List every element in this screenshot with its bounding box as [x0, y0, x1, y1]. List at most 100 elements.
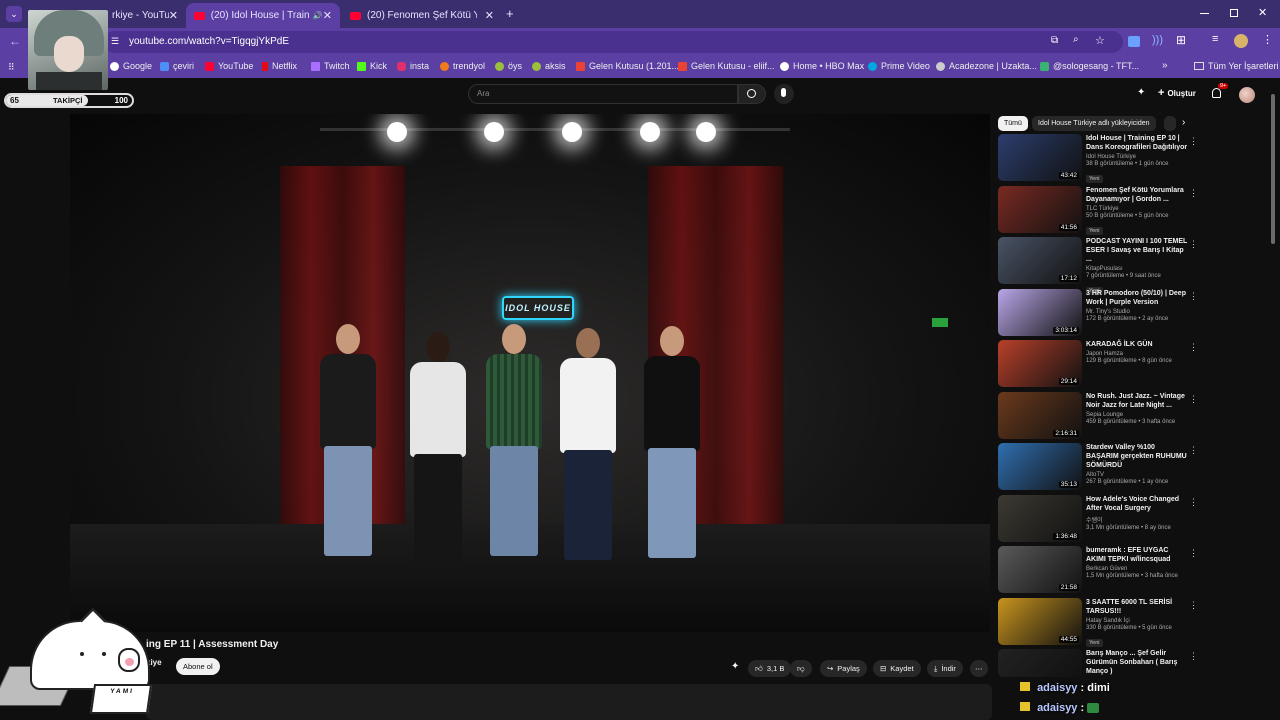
recommendation-card[interactable]: 43:42 Idol House | Training EP 10 | Dans … [998, 134, 1198, 186]
install-app-icon[interactable]: ⧉ [1051, 35, 1058, 46]
more-vertical-icon[interactable]: ⋮ [1189, 342, 1198, 353]
video-channel[interactable]: Berkcan Güven [1086, 566, 1188, 572]
video-title[interactable]: 3 HR Pomodoro (50/10) | Deep Work | Purp… [1086, 289, 1188, 307]
video-channel[interactable]: Idol House Türkiye [1086, 154, 1188, 160]
read-aloud-icon[interactable]: ))) [1152, 34, 1163, 46]
zoom-icon[interactable]: ⌕ [1073, 34, 1079, 45]
dislike-button[interactable]: 👎︎ [790, 660, 812, 677]
extensions-icon[interactable]: ⊞ [1176, 33, 1186, 47]
account-avatar[interactable] [1239, 87, 1255, 103]
video-thumbnail[interactable]: 44:55 [998, 597, 1082, 645]
more-vertical-icon[interactable]: ⋮ [1189, 445, 1198, 456]
video-thumbnail[interactable]: 3:03:14 [998, 288, 1082, 336]
more-bookmarks-chevron-icon[interactable]: » [1162, 60, 1168, 71]
bookmark-youtube[interactable]: YouTube [205, 61, 253, 71]
reading-list-icon[interactable]: ≡ [1212, 33, 1218, 45]
tab-close-icon[interactable]: ✕ [323, 9, 332, 22]
video-thumbnail[interactable]: 2:16:31 [998, 391, 1082, 439]
download-button[interactable]: ⤓ İndir [927, 660, 963, 677]
recommendation-card[interactable]: 1:36:48 How Adele's Voice Changed After V… [998, 494, 1198, 547]
like-button[interactable]: 👍︎ 3,1 B [748, 660, 792, 677]
new-tab-plus-icon[interactable]: + [506, 6, 514, 21]
video-channel[interactable]: TLC Türkiye [1086, 206, 1188, 212]
chips-next-chevron-icon[interactable]: › [1182, 117, 1185, 128]
video-channel[interactable]: Mr. Tiny's Studio [1086, 309, 1188, 315]
recommendation-card[interactable]: 29:14 KARADAĞ İLK GÜN Japon Hamza 129 B gör… [998, 340, 1198, 392]
video-channel[interactable]: KitapPusulası [1086, 266, 1188, 272]
bookmark-prime-video[interactable]: Prime Video [868, 61, 930, 71]
video-player[interactable]: IDOL HOUSE [70, 114, 990, 632]
window-close-icon[interactable]: ✕ [1258, 6, 1267, 19]
tab-close-icon[interactable]: ✕ [485, 9, 494, 22]
save-button[interactable]: ⊟ Kaydet [873, 660, 921, 677]
more-vertical-icon[interactable]: ⋮ [1189, 600, 1198, 611]
bookmark-insta[interactable]: insta [397, 61, 429, 71]
more-vertical-icon[interactable]: ⋮ [1189, 651, 1198, 662]
video-thumbnail[interactable]: 21:58 [998, 546, 1082, 593]
subscribe-button[interactable]: Abone ol [176, 658, 220, 675]
bookmark-oys[interactable]: öys [495, 61, 522, 71]
video-title[interactable]: No Rush. Just Jazz. ~ Vintage Noir Jazz … [1086, 392, 1188, 410]
more-vertical-icon[interactable]: ⋮ [1189, 188, 1198, 199]
bookmark-gelen-kutusu-2[interactable]: Gelen Kutusu - eliif... [678, 61, 775, 71]
share-button[interactable]: ↪ Paylaş [820, 660, 867, 677]
recommendation-card[interactable]: 44:55 3 SAATTE 6000 TL SERİSİ TARSUS!!! Ha… [998, 597, 1198, 650]
recommendation-card[interactable]: 21:58 bumeramk : EFE UYGAC AKIMI TEPKI w/… [998, 546, 1198, 598]
more-actions-button[interactable]: ⋯ [970, 660, 988, 677]
recommendation-card[interactable]: 35:13 Stardew Valley %100 BAŞARIM gerçekt… [998, 443, 1198, 495]
search-button[interactable] [738, 84, 766, 104]
window-maximize-icon[interactable] [1230, 9, 1238, 17]
video-title[interactable]: Stardew Valley %100 BAŞARIM gerçekten RU… [1086, 443, 1188, 470]
ask-ai-sparkle-icon[interactable]: ✦ [731, 661, 739, 672]
chip-all[interactable]: Tümü [998, 116, 1028, 131]
bookmark-star-icon[interactable]: ☆ [1095, 34, 1105, 47]
description-box[interactable] [146, 684, 992, 720]
video-title[interactable]: bumeramk : EFE UYGAC AKIMI TEPKI w/lincs… [1086, 546, 1188, 564]
video-title[interactable]: Fenomen Şef Kötü Yorumlara Dayanamıyor |… [1086, 186, 1188, 204]
video-channel[interactable]: AltoTV [1086, 472, 1188, 478]
tab-close-icon[interactable]: ✕ [169, 9, 178, 22]
video-thumbnail[interactable]: 43:42 [998, 134, 1082, 181]
bookmark-twitch[interactable]: Twitch [311, 61, 350, 71]
bookmark-kick[interactable]: Kick [357, 61, 387, 71]
video-title[interactable]: PODCAST YAYINI I 100 TEMEL ESER I Savaş … [1086, 237, 1188, 264]
create-button[interactable]: + Oluştur [1158, 87, 1196, 99]
recommendation-card[interactable]: 2:16:31 No Rush. Just Jazz. ~ Vintage Noi… [998, 391, 1198, 444]
bookmark-all[interactable]: Tüm Yer İşaretleri [1194, 61, 1279, 71]
window-minimize-icon[interactable] [1200, 13, 1209, 14]
more-vertical-icon[interactable]: ⋮ [1189, 239, 1198, 250]
video-thumbnail[interactable]: 41:56 [998, 185, 1082, 233]
bookmark-netflix[interactable]: Netflix [262, 61, 297, 71]
more-vertical-icon[interactable]: ⋮ [1189, 548, 1198, 559]
video-thumbnail[interactable]: 17:12 [998, 237, 1082, 284]
site-info-icon[interactable]: ☰ [111, 36, 119, 47]
more-vertical-icon[interactable]: ⋮ [1189, 497, 1198, 508]
chip-uploader[interactable]: Idol House Türkiye adlı yükleyiciden [1032, 116, 1156, 131]
video-thumbnail[interactable]: 29:14 [998, 340, 1082, 387]
address-bar[interactable]: ☰ youtube.com/watch?v=TigqgjYkPdE ⧉ ⌕ ☆ [103, 31, 1123, 53]
voice-search-button[interactable] [774, 84, 794, 104]
more-vertical-icon[interactable]: ⋮ [1189, 291, 1198, 302]
video-title[interactable]: KARADAĞ İLK GÜN [1086, 340, 1188, 349]
bookmark-trendyol[interactable]: trendyol [440, 61, 485, 71]
back-arrow-icon[interactable]: ← [9, 34, 21, 48]
tab-youtube-turkiye[interactable]: rkiye - YouTu ✕ [104, 3, 186, 28]
tab-idol-house[interactable]: (20) Idol House | Training E 🔊 ✕ [186, 3, 340, 28]
bookmark-sologesang[interactable]: @sologesang - TFT... [1040, 61, 1139, 71]
bookmark-gelen-kutusu-1[interactable]: Gelen Kutusu (1.201... [576, 61, 679, 71]
translate-icon[interactable] [1128, 36, 1140, 47]
video-channel[interactable]: 수쌤이 [1086, 515, 1188, 524]
hidden-ext-icon[interactable]: ✦ [1137, 87, 1145, 98]
video-thumbnail[interactable]: 1:36:48 [998, 494, 1082, 542]
more-vertical-icon[interactable]: ⋮ [1189, 136, 1198, 147]
recommendation-card[interactable]: 3:03:14 3 HR Pomodoro (50/10) | Deep Work… [998, 288, 1198, 341]
video-title[interactable]: How Adele's Voice Changed After Vocal Su… [1086, 495, 1188, 513]
bookmark-aksis[interactable]: aksis [532, 61, 566, 71]
chip-partial[interactable] [1164, 116, 1176, 131]
search-input[interactable]: Ara [468, 84, 738, 104]
tab-fenomen-sef[interactable]: (20) Fenomen Şef Kötü Yorumla ✕ [342, 3, 502, 28]
bookmark-hbo-max[interactable]: Home • HBO Max [780, 61, 864, 71]
browser-menu-icon[interactable]: ⋮ [1262, 33, 1273, 46]
video-channel[interactable]: Sepia Lounge [1086, 412, 1188, 418]
video-channel[interactable]: Japon Hamza [1086, 351, 1188, 357]
